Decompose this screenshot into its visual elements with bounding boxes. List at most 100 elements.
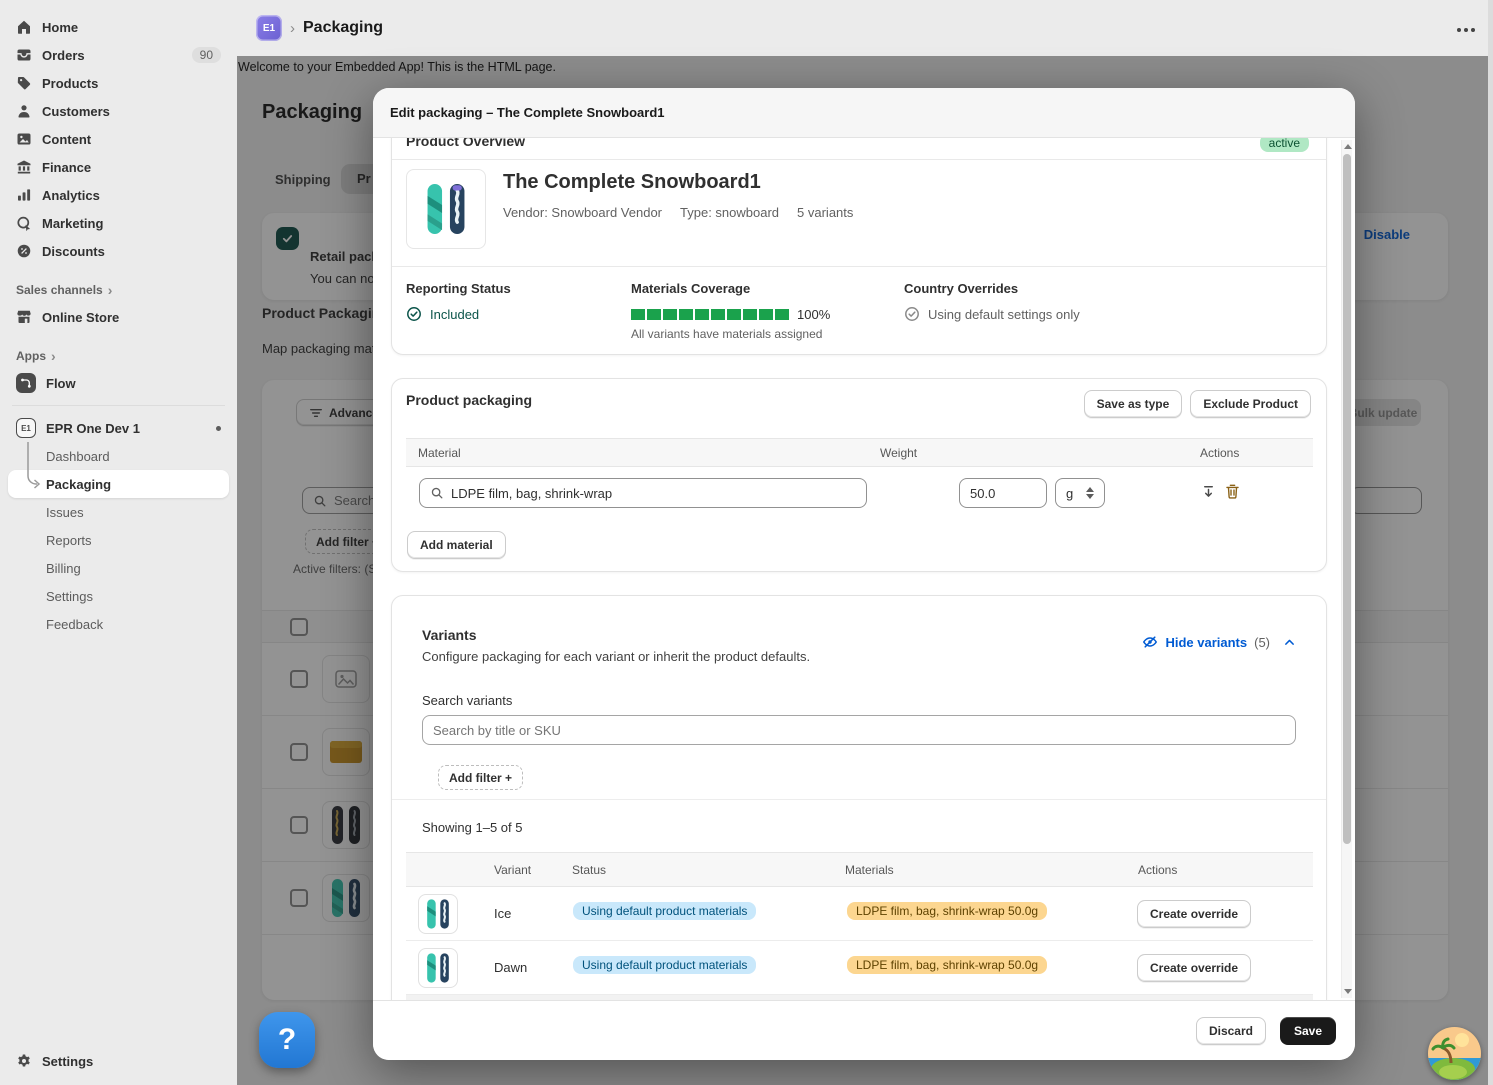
reporting-status-value: Included [406, 306, 479, 322]
sidebar-item-label: Content [42, 132, 91, 147]
sidebar-item-products[interactable]: Products [8, 69, 229, 97]
check-circle-icon [406, 306, 422, 322]
scroll-up-arrow-icon[interactable] [1343, 142, 1352, 151]
variant-row-ice[interactable]: Ice Using default product materials LDPE… [406, 887, 1313, 941]
variant-thumbnail [418, 948, 458, 988]
overview-heading: Product Overview [406, 138, 525, 149]
apps-header[interactable]: Apps › [8, 343, 229, 369]
save-button[interactable]: Save [1280, 1017, 1336, 1045]
variant-count-text: 5 variants [797, 205, 853, 220]
scrollbar-thumb[interactable] [1343, 154, 1351, 844]
col-variant: Variant [494, 863, 531, 877]
gear-icon [16, 1053, 32, 1069]
apps-label: Apps [16, 349, 46, 363]
divider [392, 266, 1326, 267]
variant-materials-badge: LDPE film, bag, shrink-wrap 50.0g [847, 956, 1047, 974]
sidebar-item-online-store[interactable]: Online Store [8, 303, 229, 331]
orders-icon [16, 47, 32, 63]
col-actions: Actions [1138, 863, 1177, 877]
edit-packaging-modal: Edit packaging – The Complete Snowboard1… [373, 88, 1355, 1060]
variants-search-input[interactable] [433, 723, 1285, 738]
coverage-note: All variants have materials assigned [631, 327, 822, 341]
hide-variants-control[interactable]: Hide variants (5) [1142, 634, 1296, 650]
stepper-icon[interactable] [1086, 487, 1094, 499]
flow-app-icon [16, 373, 36, 393]
sidebar-item-issues[interactable]: Issues [8, 498, 229, 526]
page-scrollbar[interactable] [1488, 0, 1493, 1085]
variant-thumbnail [418, 894, 458, 934]
add-material-button[interactable]: Add material [407, 531, 506, 559]
sidebar-item-content[interactable]: Content [8, 125, 229, 153]
more-menu-button[interactable] [1452, 20, 1480, 40]
save-as-type-label: Save as type [1097, 397, 1170, 411]
sidebar-item-billing[interactable]: Billing [8, 554, 229, 582]
island-extension-button[interactable] [1428, 1027, 1481, 1080]
col-weight: Weight [880, 446, 917, 460]
store-icon [16, 309, 32, 325]
snowboard-product-icon [417, 177, 475, 241]
weight-field[interactable] [959, 478, 1047, 508]
sub-item-label: Dashboard [46, 449, 110, 464]
inherit-weight-button[interactable] [1200, 484, 1217, 501]
sidebar-item-app-settings[interactable]: Settings [8, 582, 229, 610]
sidebar-item-epr-one-dev[interactable]: E1 EPR One Dev 1 [8, 414, 229, 442]
unit-select[interactable]: g [1055, 478, 1105, 508]
packaging-actions: Save as type Exclude Product [1084, 390, 1311, 418]
arrow-down-bar-icon [1200, 484, 1217, 501]
variants-search-field[interactable] [422, 715, 1296, 745]
sidebar-item-label: Online Store [42, 310, 119, 325]
chevron-up-icon [1283, 636, 1296, 649]
sidebar-item-packaging[interactable]: Packaging [8, 470, 229, 498]
variant-status-badge: Using default product materials [573, 902, 756, 920]
sidebar-item-reports[interactable]: Reports [8, 526, 229, 554]
scroll-down-arrow-icon[interactable] [1343, 987, 1352, 996]
reporting-status-label: Reporting Status [406, 281, 511, 296]
sidebar-item-analytics[interactable]: Analytics [8, 181, 229, 209]
overrides-text: Using default settings only [928, 307, 1080, 322]
question-mark-icon: ? [278, 1023, 296, 1057]
delete-material-button[interactable] [1224, 483, 1241, 500]
sales-channels-header[interactable]: Sales channels › [8, 277, 229, 303]
save-as-type-button[interactable]: Save as type [1084, 390, 1183, 418]
col-materials: Materials [845, 863, 894, 877]
sidebar-item-label: Discounts [42, 244, 105, 259]
sidebar-item-customers[interactable]: Customers [8, 97, 229, 125]
person-icon [16, 103, 32, 119]
variant-materials-badge: LDPE film, bag, shrink-wrap 50.0g [847, 902, 1047, 920]
discard-button[interactable]: Discard [1196, 1017, 1266, 1045]
bar-chart-icon [16, 187, 32, 203]
help-button[interactable]: ? [259, 1012, 315, 1068]
variant-row-dawn[interactable]: Dawn Using default product materials LDP… [406, 941, 1313, 995]
sidebar-item-marketing[interactable]: Marketing [8, 209, 229, 237]
variants-card: Variants Configure packaging for each va… [391, 595, 1327, 1000]
exclude-product-button[interactable]: Exclude Product [1190, 390, 1311, 418]
sidebar-item-home[interactable]: Home [8, 13, 229, 41]
material-input[interactable] [451, 486, 856, 501]
sidebar-item-feedback[interactable]: Feedback [8, 610, 229, 638]
coverage-percent: 100% [797, 307, 830, 322]
packaging-heading: Product packaging [406, 392, 532, 408]
sidebar-item-finance[interactable]: Finance [8, 153, 229, 181]
product-image [406, 169, 486, 249]
discount-icon [16, 243, 32, 259]
create-override-button[interactable]: Create override [1137, 900, 1251, 928]
country-overrides-value: Using default settings only [904, 306, 1080, 322]
check-circle-gray-icon [904, 306, 920, 322]
search-variants-label: Search variants [422, 693, 512, 708]
discard-label: Discard [1209, 1024, 1253, 1038]
divider [392, 159, 1326, 160]
dot [1464, 28, 1468, 32]
app-logo-icon[interactable]: E1 [256, 15, 282, 41]
variants-add-filter-button[interactable]: Add filter + [438, 765, 523, 790]
sidebar-item-discounts[interactable]: Discounts [8, 237, 229, 265]
modal-scrollbar[interactable] [1341, 140, 1352, 998]
sidebar-item-flow[interactable]: Flow [8, 369, 229, 397]
material-search-field[interactable] [419, 478, 867, 508]
sidebar-item-dashboard[interactable]: Dashboard [8, 442, 229, 470]
sidebar-item-settings[interactable]: Settings [8, 1047, 229, 1075]
sub-item-label: Feedback [46, 617, 103, 632]
sidebar-item-orders[interactable]: Orders 90 [8, 41, 229, 69]
image-icon [16, 131, 32, 147]
create-override-button[interactable]: Create override [1137, 954, 1251, 982]
variant-status-badge: Using default product materials [573, 956, 756, 974]
